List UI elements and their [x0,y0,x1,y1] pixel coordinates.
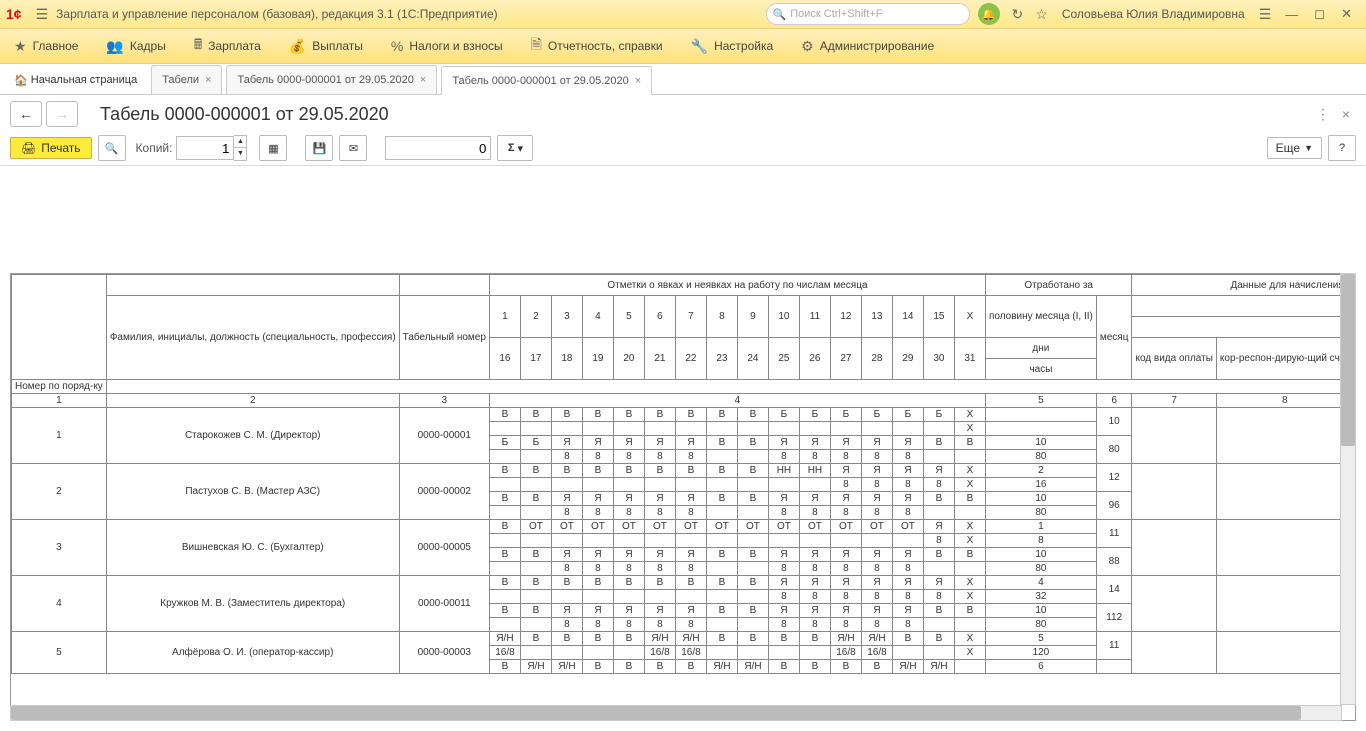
copies-stepper[interactable]: ▲▼ [234,135,247,161]
save-button[interactable]: 💾 [305,135,333,161]
print-icon: 🖨 [21,141,36,155]
copies-input[interactable] [176,136,234,160]
sum-button[interactable]: Σ ▾ [497,135,533,161]
people-icon: 👥 [106,38,123,55]
gear-icon: ⚙ [801,38,814,55]
help-button[interactable]: ? [1328,135,1356,161]
menu-taxes[interactable]: %Налоги и взносы [377,29,517,63]
home-icon: 🏠 [14,74,28,87]
app-title: Зарплата и управление персоналом (базова… [56,7,498,21]
money-icon: 💰 [289,38,306,55]
calc-icon: 🖩 [194,34,202,58]
search-input[interactable]: 🔍 Поиск Ctrl+Shift+F [766,3,970,25]
wrench-icon: 🔧 [691,38,708,55]
close-icon[interactable]: × [635,75,641,87]
star-icon: ★ [14,38,27,55]
tab-start[interactable]: 🏠 Начальная страница [4,66,147,94]
menu-settings[interactable]: 🔧Настройка [677,29,788,63]
close-button[interactable]: ✕ [1333,6,1360,22]
menu-icon[interactable]: ☰ [36,6,49,23]
percent-icon: % [391,38,403,54]
close-page-icon[interactable]: × [1342,106,1350,122]
username-label: Соловьева Юлия Владимировна [1062,7,1245,21]
favorite-icon[interactable]: ☆ [1035,6,1048,23]
search-icon: 🔍 [773,8,787,21]
menu-admin[interactable]: ⚙Администрирование [787,29,948,63]
scrollbar-vertical[interactable] [1340,273,1356,705]
forward-button[interactable]: → [46,101,78,127]
tab-tabel-1[interactable]: Табель 0000-000001 от 29.05.2020× [226,65,437,94]
history-icon[interactable]: ↻ [1012,6,1024,23]
tab-tabel-2[interactable]: Табель 0000-000001 от 29.05.2020× [441,66,652,95]
menu-salary[interactable]: 🖩Зарплата [180,29,275,63]
maximize-button[interactable]: ◻ [1306,6,1333,22]
notifications-icon[interactable]: 🔔 [978,3,1000,25]
print-button[interactable]: 🖨Печать [10,137,92,159]
menu-reports[interactable]: 🗎Отчетность, справки [517,29,677,63]
scrollbar-horizontal[interactable] [10,705,1342,721]
timesheet-table[interactable]: Отметки о явках и неявках на работу по ч… [10,273,1356,721]
menu-payments[interactable]: 💰Выплаты [275,29,377,63]
close-icon[interactable]: × [420,74,426,86]
kebab-icon[interactable]: ⋮ [1316,106,1330,123]
num-input[interactable] [385,136,491,160]
minimize-button[interactable]: — [1277,7,1306,22]
app-logo: 1¢ [6,6,22,22]
settings-icon[interactable]: ☰ [1259,6,1272,23]
tab-tabeli[interactable]: Табели× [151,65,222,94]
page-title: Табель 0000-000001 от 29.05.2020 [100,104,389,125]
close-icon[interactable]: × [205,74,211,86]
more-button[interactable]: Еще▼ [1267,137,1322,159]
menu-staff[interactable]: 👥Кадры [92,29,179,63]
back-button[interactable]: ← [10,101,42,127]
preview-button[interactable]: 🔍 [98,135,126,161]
doc-icon: 🗎 [531,34,542,58]
select-button[interactable]: ▦ [259,135,287,161]
copies-label: Копий: [136,141,173,155]
email-button[interactable]: ✉ [339,135,367,161]
menu-main[interactable]: ★Главное [0,29,92,63]
search-placeholder: Поиск Ctrl+Shift+F [790,8,882,20]
